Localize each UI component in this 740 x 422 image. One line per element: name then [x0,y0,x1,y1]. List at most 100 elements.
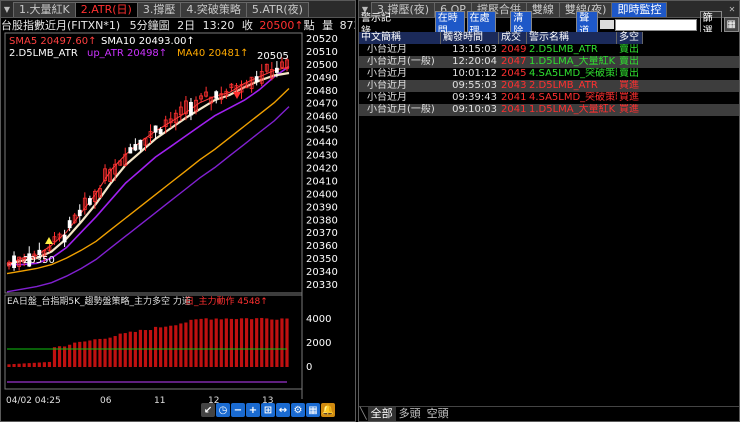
cell-price: 20418 [501,92,527,103]
candle-body [274,67,279,73]
candle-body [158,129,163,135]
price-axis-tick: 20450 [306,125,338,136]
table-row[interactable]: 小台近月(一般) 12:20:04 204711.D5LMA_大量紅K賣出 [359,56,739,68]
price-chart: 20520 20510 20500 20490 20480 20470 20460 20450… [4,32,338,406]
col-price[interactable]: 成交 [499,32,527,44]
force-bar [17,363,21,367]
window-close-icon[interactable]: ✕ [725,2,739,17]
tab-long[interactable]: 多頭 [396,407,424,421]
cell-alert: 2.D5LMB_ATR [529,80,598,91]
alarm-bell-icon[interactable]: 🔔 [321,403,335,417]
sub-axis-0: 0 [306,362,312,373]
low-price-label: 20350 [23,255,55,266]
force-bar [239,318,244,367]
cell-time: 09:55:03 [452,80,497,91]
force-bar [83,341,87,367]
force-bar [270,319,274,367]
sma5-line [6,66,290,266]
candle-body [37,249,42,256]
price-axis-tick: 20350 [306,254,338,265]
cell-alert: 4.SA5LMD_突破策略 [529,68,617,79]
candle-body [153,125,158,133]
force-bar [73,342,77,367]
candle-body [189,101,193,116]
cell-name: 小台近月 [367,68,407,79]
cell-name: 小台近月(一般) [367,56,435,67]
ma40-label: MA40 20481↑ [177,48,249,59]
clock-icon[interactable]: ◷ [216,403,230,417]
force-bar [194,319,198,367]
force-bar [42,362,46,367]
force-bar [113,336,117,367]
more-options-icon[interactable]: ▦ [723,17,739,32]
force-bar [285,318,289,367]
time-axis-label-1: 06 [100,396,112,406]
table-row[interactable]: 小台近月 09:39:43 204184.SA5LMD_突破策略買進 [359,92,739,104]
filter-tab-bar: ╲ 全部 多頭 空頭 [359,406,739,421]
up-atr-label: up_ATR 20498↑ [87,48,167,59]
cell-side: 買進 [619,80,639,91]
alert-table-header: 中文簡稱 觸發時間 成交 警示名稱 多空 [359,32,739,44]
table-row[interactable]: 小台近月 10:01:12 204574.SA5LMD_突破策略賣出 [359,68,739,80]
force-bar [32,362,36,367]
cell-name: 小台近月 [367,92,407,103]
price-axis-tick: 20330 [306,280,338,291]
force-bar [138,329,143,367]
force-bar [93,339,97,367]
cell-price: 20414 [501,104,527,115]
scroll-icon[interactable]: ↔ [276,403,290,417]
cell-side: 買進 [619,92,639,103]
force-bar [280,318,284,367]
grid-icon[interactable]: ▦ [306,403,320,417]
col-side[interactable]: 多空 [617,32,643,44]
force-bar [275,319,279,367]
table-row[interactable]: 小台近月 09:55:03 204392.D5LMB_ATR 買進 [359,80,739,92]
zoom-out-icon[interactable]: − [231,403,245,417]
table-row[interactable]: 小台近月 13:15:03 204972.D5LMB_ATR 賣出 [359,44,739,56]
force-bar [103,338,107,367]
sub-axis-2000: 2000 [306,338,331,349]
price-axis-tick: 20380 [306,215,338,226]
cell-side: 賣出 [619,68,639,79]
tab-all[interactable]: 全部 [367,407,396,421]
settings-icon[interactable]: ⚙ [291,403,305,417]
tab-short[interactable]: 空頭 [424,407,452,421]
high-price-label: 20505 [257,51,289,62]
force-bar [174,325,178,367]
time-axis-label-0: 04/02 04:25 [6,396,61,406]
up-atr-line [7,65,290,266]
force-bar [7,364,11,367]
candle-body [128,147,133,154]
cell-time: 12:20:04 [452,56,497,67]
cell-side: 買進 [619,104,639,115]
candle-body [77,209,82,217]
sma10-line [6,71,290,266]
cell-time: 13:15:03 [452,44,497,55]
force-bar [37,362,41,367]
force-bar [204,318,208,367]
cell-alert: 1.D5LMA_大量紅K [529,104,616,115]
draw-tool-icon[interactable]: ↙ [201,403,215,417]
sma10-label: SMA10 20493.00↑ [101,36,195,47]
candle-body [254,76,259,82]
monitor-toolbar: 警示記錄 在時間 在處理 清除 聲道 篩選 ▦ [359,10,739,39]
price-axis-tick: 20470 [306,99,338,110]
candle-body [62,234,67,243]
force-bar [153,326,158,367]
force-bar [52,347,57,367]
col-alert[interactable]: 警示名稱 [527,32,617,44]
price-axis-tick: 20490 [306,73,338,84]
table-row[interactable]: 小台近月(一般) 09:10:03 204141.D5LMA_大量紅K買進 [359,104,739,116]
force-bar [164,326,168,367]
sub-chart-title: EA日盤_台指期5K_趨勢盤策略_主力多空 力道 [7,295,191,307]
tab-realtime-monitor[interactable]: 即時監控 [611,2,668,17]
crosshair-icon[interactable]: ⊞ [261,403,275,417]
candle-body [67,220,72,229]
col-name[interactable]: 中文簡稱 [359,32,441,44]
col-time[interactable]: 觸發時間 [441,32,499,44]
force-bar [169,325,173,367]
filter-input[interactable] [615,18,697,31]
force-bar [199,318,203,367]
sound-toggle-input[interactable] [600,20,615,29]
zoom-in-icon[interactable]: + [246,403,260,417]
